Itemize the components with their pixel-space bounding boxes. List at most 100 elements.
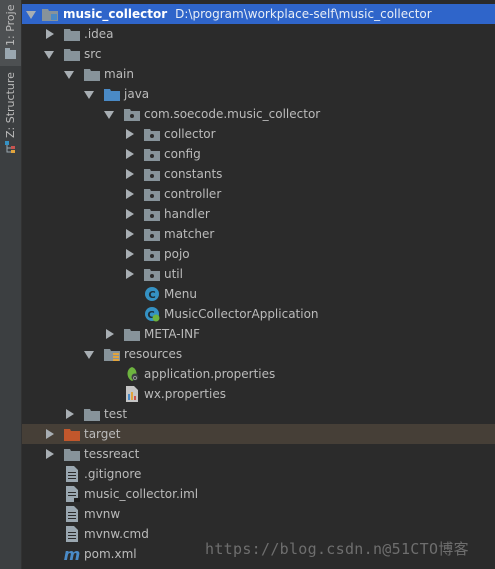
project-tab-label: 1: Proje (4, 4, 17, 46)
tree-node-subpackage[interactable]: matcher (22, 224, 495, 244)
tree-label: .gitignore (84, 467, 142, 481)
text-file-icon (66, 466, 78, 482)
package-icon (144, 249, 160, 261)
tree-node-wx-properties[interactable]: wx.properties (22, 384, 495, 404)
tree-label: config (164, 147, 201, 161)
chevron-right-icon[interactable] (126, 169, 134, 179)
tree-label: collector (164, 127, 216, 141)
chevron-right-icon[interactable] (126, 189, 134, 199)
tree-node-target[interactable]: target (22, 424, 495, 444)
chevron-right-icon[interactable] (126, 249, 134, 259)
root-path: D:\program\workplace-self\music_collecto… (175, 7, 432, 21)
chevron-down-icon[interactable] (26, 11, 36, 19)
tree-label: .idea (84, 27, 114, 41)
root-name: music_collector (63, 7, 168, 21)
chevron-right-icon[interactable] (46, 29, 54, 39)
chevron-right-icon[interactable] (66, 409, 74, 419)
resources-folder-icon (104, 349, 120, 361)
tree-node-iml[interactable]: music_collector.iml (22, 484, 495, 504)
tree-node-subpackage[interactable]: pojo (22, 244, 495, 264)
text-file-icon (66, 526, 78, 542)
package-icon (144, 269, 160, 281)
tree-label: pom.xml (84, 547, 137, 561)
tree-label: wx.properties (144, 387, 226, 401)
chevron-right-icon[interactable] (126, 269, 134, 279)
watermark: https://blog.csdn.n@51CTO博客 (205, 540, 469, 558)
package-icon (144, 229, 160, 241)
module-file-icon (66, 486, 80, 502)
tree-label: application.properties (144, 367, 276, 381)
package-icon (144, 149, 160, 161)
tree-node-gitignore[interactable]: .gitignore (22, 464, 495, 484)
chevron-down-icon[interactable] (104, 111, 114, 119)
tree-label: pojo (164, 247, 190, 261)
tree-node-subpackage[interactable]: constants (22, 164, 495, 184)
tool-window-bar: 1: Proje Z: Structure (0, 0, 22, 569)
package-icon (144, 209, 160, 221)
chevron-down-icon[interactable] (84, 351, 94, 359)
spring-boot-class-icon: C (145, 307, 160, 322)
project-icon (5, 48, 16, 62)
folder-icon (64, 49, 80, 61)
tree-label: Menu (164, 287, 197, 301)
tree-label: com.soecode.music_collector (144, 107, 321, 121)
tree-node-mvnw[interactable]: mvnw (22, 504, 495, 524)
chevron-down-icon[interactable] (84, 91, 94, 99)
svg-text:m: m (64, 546, 80, 562)
structure-tab-label: Z: Structure (4, 72, 17, 138)
project-tree: music_collector D:\program\workplace-self… (22, 4, 495, 564)
tree-node-test[interactable]: test (22, 404, 495, 424)
package-icon (124, 109, 140, 121)
tree-node-meta-inf[interactable]: META-INF (22, 324, 495, 344)
tree-label: handler (164, 207, 210, 221)
tree-label: matcher (164, 227, 215, 241)
package-icon (144, 129, 160, 141)
module-folder-icon (42, 9, 58, 21)
tree-label: java (124, 87, 150, 101)
tree-label: music_collector.iml (84, 487, 199, 501)
tree-node-subpackage[interactable]: collector (22, 124, 495, 144)
structure-icon (4, 140, 17, 157)
tree-node-menu-class[interactable]: C Menu (22, 284, 495, 304)
tree-node-tessreact[interactable]: tessreact (22, 444, 495, 464)
tree-node-main[interactable]: main (22, 64, 495, 84)
source-folder-icon (104, 89, 120, 101)
chevron-down-icon[interactable] (64, 71, 74, 79)
tree-label: mvnw.cmd (84, 527, 149, 541)
tree-node-package[interactable]: com.soecode.music_collector (22, 104, 495, 124)
properties-file-icon (126, 386, 138, 402)
structure-tool-tab[interactable]: Z: Structure (0, 72, 21, 162)
tree-label: target (84, 427, 121, 441)
tree-label: test (104, 407, 128, 421)
chevron-right-icon[interactable] (46, 449, 54, 459)
chevron-down-icon[interactable] (44, 51, 54, 59)
folder-icon (84, 69, 100, 81)
class-icon: C (145, 287, 159, 301)
chevron-right-icon[interactable] (126, 209, 134, 219)
tree-node-app-properties[interactable]: o application.properties (22, 364, 495, 384)
tree-node-subpackage[interactable]: config (22, 144, 495, 164)
text-file-icon (66, 506, 78, 522)
svg-text:C: C (148, 290, 155, 301)
tree-node-root[interactable]: music_collector D:\program\workplace-self… (22, 4, 495, 24)
chevron-right-icon[interactable] (46, 429, 54, 439)
folder-icon (84, 409, 100, 421)
tree-label: resources (124, 347, 183, 361)
chevron-right-icon[interactable] (106, 329, 114, 339)
tree-label: main (104, 67, 134, 81)
tree-node-subpackage[interactable]: handler (22, 204, 495, 224)
tree-label: tessreact (84, 447, 140, 461)
tree-node-resources[interactable]: resources (22, 344, 495, 364)
tree-node-src[interactable]: src (22, 44, 495, 64)
tree-node-idea[interactable]: .idea (22, 24, 495, 44)
svg-text:o: o (133, 374, 137, 382)
tree-node-app-class[interactable]: C MusicCollectorApplication (22, 304, 495, 324)
tree-node-subpackage[interactable]: controller (22, 184, 495, 204)
tree-node-java[interactable]: java (22, 84, 495, 104)
chevron-right-icon[interactable] (126, 129, 134, 139)
chevron-right-icon[interactable] (126, 149, 134, 159)
chevron-right-icon[interactable] (126, 229, 134, 239)
tree-node-subpackage[interactable]: util (22, 264, 495, 284)
tree-label: MusicCollectorApplication (164, 307, 319, 321)
project-tool-tab[interactable]: 1: Proje (0, 0, 21, 66)
